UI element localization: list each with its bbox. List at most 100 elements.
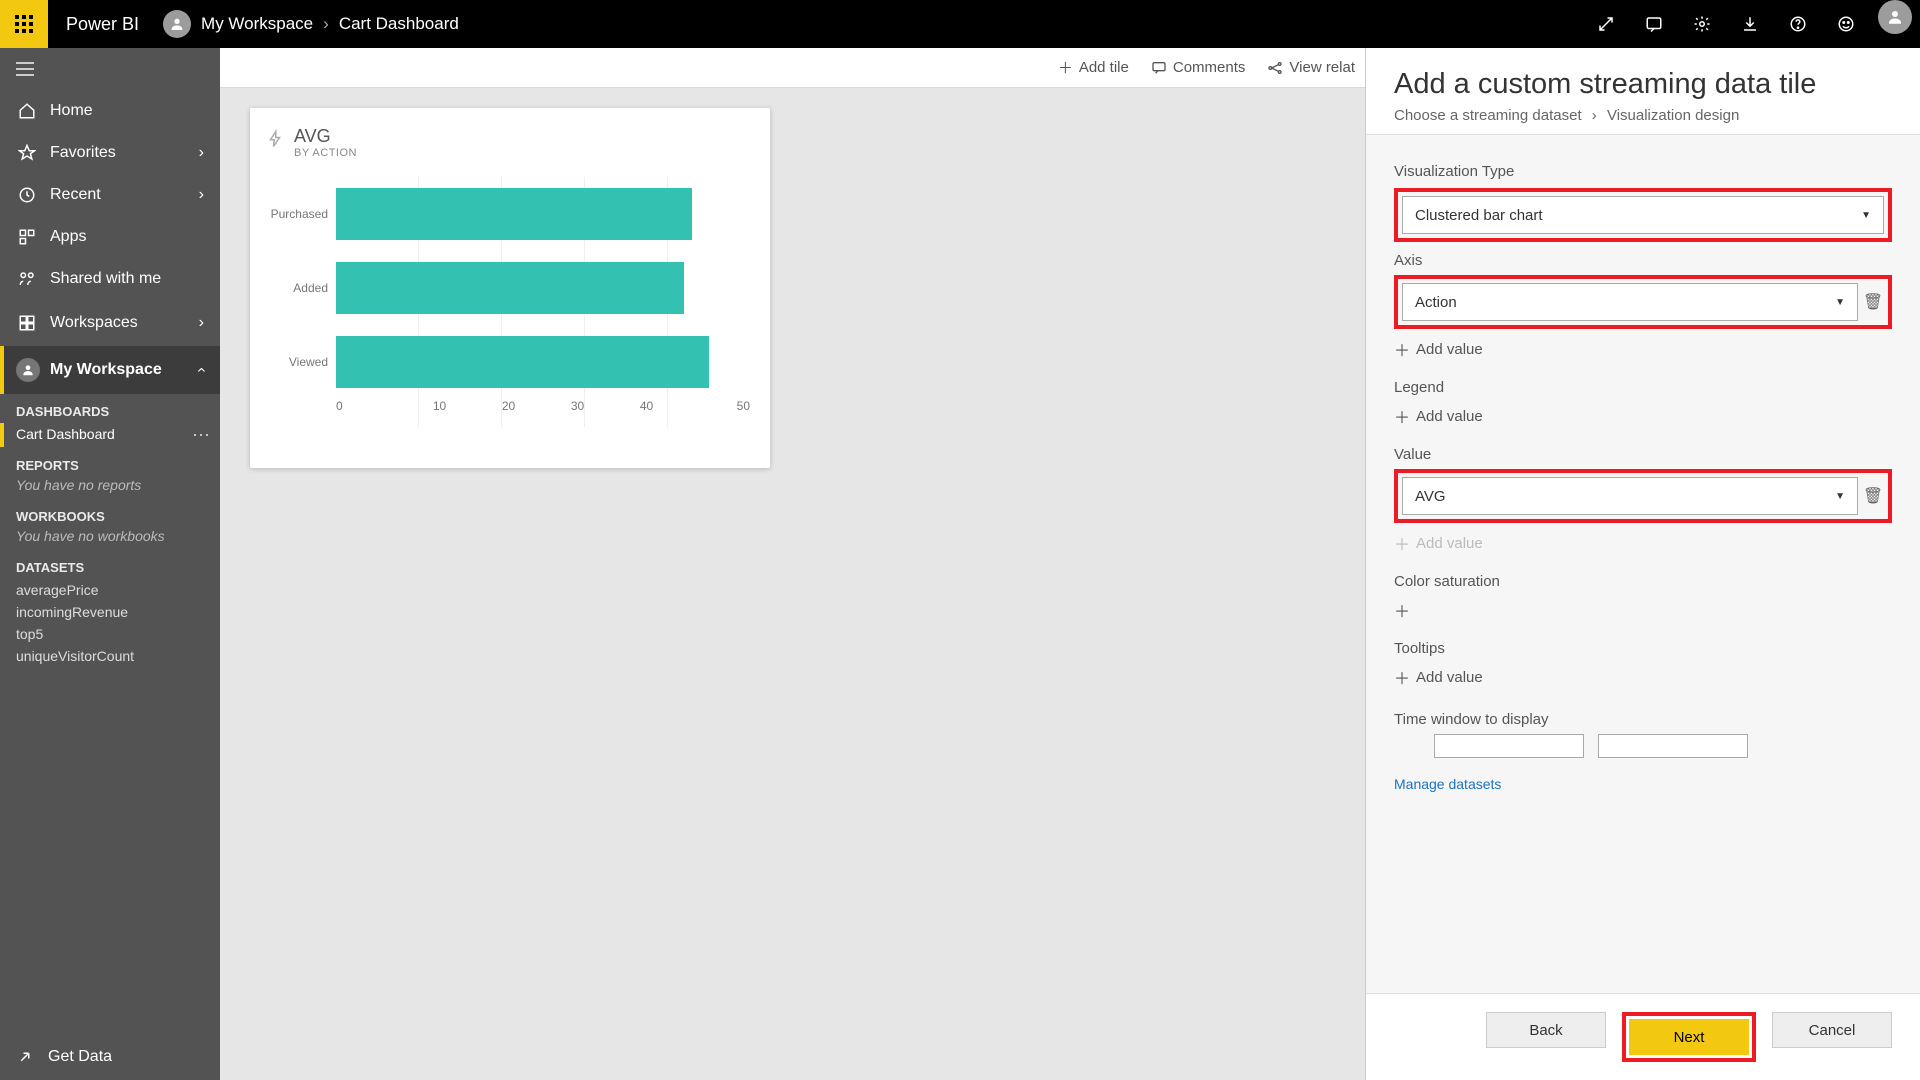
nav-shared-label: Shared with me bbox=[50, 270, 161, 288]
nav-apps[interactable]: Apps bbox=[0, 216, 220, 258]
streaming-icon bbox=[266, 128, 284, 150]
breadcrumb-item[interactable]: Cart Dashboard bbox=[339, 14, 459, 34]
delete-value-button[interactable]: 🗑 bbox=[1862, 486, 1884, 506]
nav-workspaces[interactable]: Workspaces › bbox=[0, 300, 220, 346]
dataset-item[interactable]: averagePrice bbox=[0, 579, 220, 601]
bar-row: Added bbox=[266, 251, 750, 325]
back-button[interactable]: Back bbox=[1486, 1012, 1606, 1048]
next-button[interactable]: Next bbox=[1629, 1019, 1749, 1055]
download-button[interactable] bbox=[1726, 0, 1774, 48]
comment-icon bbox=[1151, 60, 1167, 76]
get-data-label: Get Data bbox=[48, 1048, 112, 1066]
cancel-label: Cancel bbox=[1809, 1022, 1856, 1039]
breadcrumb-workspace[interactable]: My Workspace bbox=[201, 14, 313, 34]
nav-apps-label: Apps bbox=[50, 228, 86, 246]
viz-type-value: Clustered bar chart bbox=[1415, 207, 1543, 224]
chevron-down-icon: ▼ bbox=[1835, 491, 1845, 502]
workbooks-empty: You have no workbooks bbox=[0, 528, 220, 550]
help-button[interactable] bbox=[1774, 0, 1822, 48]
workspaces-icon bbox=[16, 314, 38, 332]
value-value: AVG bbox=[1415, 488, 1446, 505]
settings-button[interactable] bbox=[1678, 0, 1726, 48]
nav-favorites[interactable]: Favorites › bbox=[0, 132, 220, 174]
panel-header: Add a custom streaming data tile Choose … bbox=[1366, 48, 1920, 134]
dataset-item[interactable]: uniqueVisitorCount bbox=[0, 645, 220, 667]
sidebar-dashboard-item[interactable]: Cart Dashboard ⋯ bbox=[0, 423, 220, 448]
tile-title: AVG bbox=[294, 126, 357, 147]
add-value-label: Add value bbox=[1416, 535, 1483, 552]
plus-icon: ＋ bbox=[1394, 531, 1410, 555]
axis-select[interactable]: Action ▼ bbox=[1402, 283, 1858, 321]
active-indicator bbox=[0, 423, 4, 447]
tooltips-label: Tooltips bbox=[1394, 640, 1892, 657]
related-icon bbox=[1267, 60, 1283, 76]
dashboard-item-label: Cart Dashboard bbox=[16, 426, 115, 442]
bar-category-label: Added bbox=[266, 281, 336, 295]
panel-footer: Back Next Cancel bbox=[1366, 993, 1920, 1080]
viz-type-select[interactable]: Clustered bar chart ▼ bbox=[1402, 196, 1884, 234]
chevron-up-icon: › bbox=[192, 367, 210, 372]
time-window-input-1[interactable] bbox=[1434, 734, 1584, 758]
app-launcher[interactable] bbox=[0, 0, 48, 48]
bar-category-label: Purchased bbox=[266, 207, 336, 221]
get-data[interactable]: Get Data bbox=[0, 1034, 220, 1080]
add-axis-value[interactable]: ＋Add value bbox=[1394, 337, 1892, 361]
panel-crumb-step2: Visualization design bbox=[1607, 107, 1739, 124]
dataset-item[interactable]: top5 bbox=[0, 623, 220, 645]
nav-home[interactable]: Home bbox=[0, 90, 220, 132]
section-workbooks: WORKBOOKS bbox=[0, 499, 220, 528]
comments-label: Comments bbox=[1173, 59, 1246, 76]
add-tooltips-value[interactable]: ＋Add value bbox=[1394, 665, 1892, 689]
apps-icon bbox=[16, 228, 38, 246]
canvas: ＋ Add tile Comments View relat AVG BY AC… bbox=[220, 48, 1365, 1080]
chat-button[interactable] bbox=[1630, 0, 1678, 48]
value-select[interactable]: AVG ▼ bbox=[1402, 477, 1858, 515]
chart-tile[interactable]: AVG BY ACTION PurchasedAddedViewed 01020… bbox=[250, 108, 770, 468]
view-related-button[interactable]: View relat bbox=[1267, 59, 1355, 76]
fullscreen-button[interactable] bbox=[1582, 0, 1630, 48]
back-label: Back bbox=[1529, 1022, 1562, 1039]
topbar: Power BI My Workspace › Cart Dashboard bbox=[0, 0, 1920, 48]
chevron-right-icon: › bbox=[323, 14, 329, 34]
share-icon bbox=[16, 270, 38, 288]
tile-header: AVG BY ACTION bbox=[266, 126, 750, 159]
panel-crumb-step1[interactable]: Choose a streaming dataset bbox=[1394, 107, 1582, 124]
dataset-item[interactable]: incomingRevenue bbox=[0, 601, 220, 623]
account-avatar[interactable] bbox=[1878, 0, 1912, 34]
cancel-button[interactable]: Cancel bbox=[1772, 1012, 1892, 1048]
star-icon bbox=[16, 144, 38, 162]
highlight-axis: Action ▼ 🗑 bbox=[1394, 275, 1892, 329]
nav-my-workspace[interactable]: My Workspace › bbox=[0, 346, 220, 394]
section-datasets: DATASETS bbox=[0, 550, 220, 579]
value-label: Value bbox=[1394, 446, 1892, 463]
highlight-value: AVG ▼ 🗑 bbox=[1394, 469, 1892, 523]
manage-datasets-link[interactable]: Manage datasets bbox=[1394, 776, 1892, 792]
add-colorsat-value[interactable]: ＋ bbox=[1394, 598, 1892, 622]
add-legend-value[interactable]: ＋Add value bbox=[1394, 404, 1892, 428]
nav-recent-label: Recent bbox=[50, 186, 101, 204]
plus-icon: ＋ bbox=[1394, 404, 1410, 428]
axis-label: Axis bbox=[1394, 252, 1892, 269]
collapse-sidebar[interactable] bbox=[0, 48, 220, 90]
section-dashboards: DASHBOARDS bbox=[0, 394, 220, 423]
nav-shared[interactable]: Shared with me bbox=[0, 258, 220, 300]
time-window-input-2[interactable] bbox=[1598, 734, 1748, 758]
get-data-icon bbox=[16, 1048, 34, 1066]
bar bbox=[336, 336, 709, 388]
right-panel: Add a custom streaming data tile Choose … bbox=[1365, 48, 1920, 1080]
bar bbox=[336, 188, 692, 240]
bar-row: Purchased bbox=[266, 177, 750, 251]
topbar-right bbox=[1582, 0, 1920, 48]
chevron-down-icon: ▼ bbox=[1835, 297, 1845, 308]
nav-workspaces-label: Workspaces bbox=[50, 314, 138, 332]
plus-icon: ＋ bbox=[1394, 337, 1410, 361]
feedback-button[interactable] bbox=[1822, 0, 1870, 48]
add-tile-button[interactable]: ＋ Add tile bbox=[1058, 57, 1129, 78]
more-icon[interactable]: ⋯ bbox=[192, 425, 210, 446]
nav-recent[interactable]: Recent › bbox=[0, 174, 220, 216]
axis-value: Action bbox=[1415, 294, 1457, 311]
comments-button[interactable]: Comments bbox=[1151, 59, 1246, 76]
viz-type-label: Visualization Type bbox=[1394, 163, 1892, 180]
nav-my-workspace-label: My Workspace bbox=[50, 361, 162, 379]
delete-axis-button[interactable]: 🗑 bbox=[1862, 292, 1884, 312]
